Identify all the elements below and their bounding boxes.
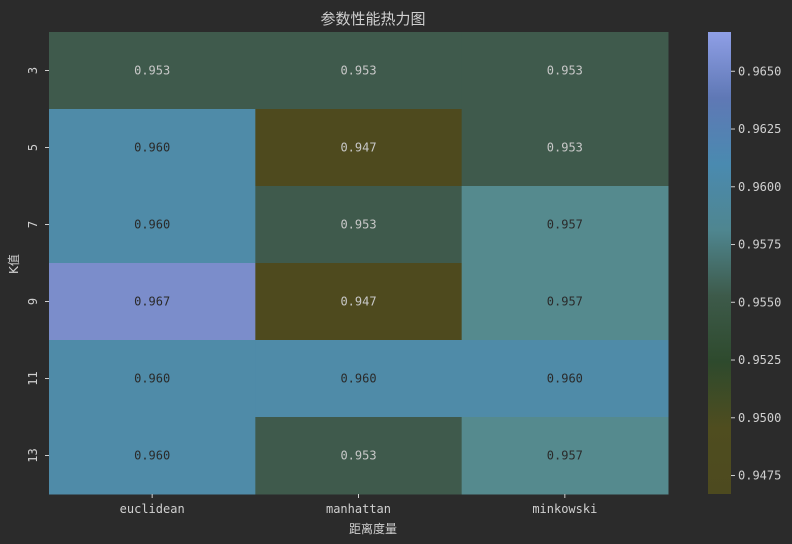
y-axis-ticks: 3 5 7 9 11 13: [26, 67, 49, 463]
heatmap-chart: 参数性能热力图 0.953 0.953 0.9530.960 0.947 0.9530.…: [6, 10, 781, 536]
y-tick-label: 9: [26, 298, 40, 305]
cell-value-label: 0.953: [134, 64, 170, 78]
cell-value-label: 0.953: [547, 141, 583, 155]
cell-value-label: 0.960: [547, 372, 583, 386]
colorbar-tick-label: 0.9650: [738, 64, 781, 78]
colorbar-tick-label: 0.9525: [738, 353, 781, 367]
heatmap-cells: 0.953 0.953 0.953 0.960 0.947 0.953 0.960 0.953…: [49, 32, 669, 495]
cell-value-label: 0.957: [547, 449, 583, 463]
x-axis-label: 距离度量: [349, 521, 397, 536]
y-tick-label: 11: [26, 371, 40, 385]
cell-value-label: 0.953: [340, 64, 376, 78]
colorbar-tick-label: 0.9575: [738, 238, 781, 252]
cell-value-label: 0.947: [340, 295, 376, 309]
colorbar-tick-label: 0.9475: [738, 469, 781, 483]
cell-value-label: 0.953: [340, 218, 376, 232]
x-tick-label: manhattan: [326, 502, 391, 516]
cell-value-label: 0.957: [547, 295, 583, 309]
y-tick-label: 5: [26, 144, 40, 151]
y-tick-label: 3: [26, 67, 40, 74]
cell-value-label: 0.957: [547, 218, 583, 232]
x-tick-label: minkowski: [532, 502, 597, 516]
cell-value-label: 0.953: [340, 449, 376, 463]
cell-value-label: 0.960: [134, 218, 170, 232]
x-axis-ticks: euclidean manhattan minkowski: [120, 494, 597, 516]
cell-value-label: 0.960: [134, 372, 170, 386]
colorbar-tick-label: 0.9600: [738, 180, 781, 194]
cell-value-label: 0.960: [134, 141, 170, 155]
x-tick-label: euclidean: [120, 502, 185, 516]
colorbar-tick-label: 0.9550: [738, 295, 781, 309]
y-axis-label: K值: [6, 254, 21, 274]
y-tick-label: 7: [26, 221, 40, 228]
cell-value-label: 0.967: [134, 295, 170, 309]
y-tick-label: 13: [26, 448, 40, 462]
cell-value-label: 0.953: [547, 64, 583, 78]
colorbar-tick-label: 0.9500: [738, 411, 781, 425]
cell-value-label: 0.947: [340, 141, 376, 155]
colorbar: [708, 32, 731, 494]
cell-value-label: 0.960: [134, 449, 170, 463]
cell-value-label: 0.960: [340, 372, 376, 386]
colorbar-tick-label: 0.9625: [738, 122, 781, 136]
colorbar-ticks: 0.9475 0.9500 0.9525 0.9550 0.9575 0.9600 0.96…: [731, 64, 781, 483]
chart-title: 参数性能热力图: [320, 10, 425, 28]
